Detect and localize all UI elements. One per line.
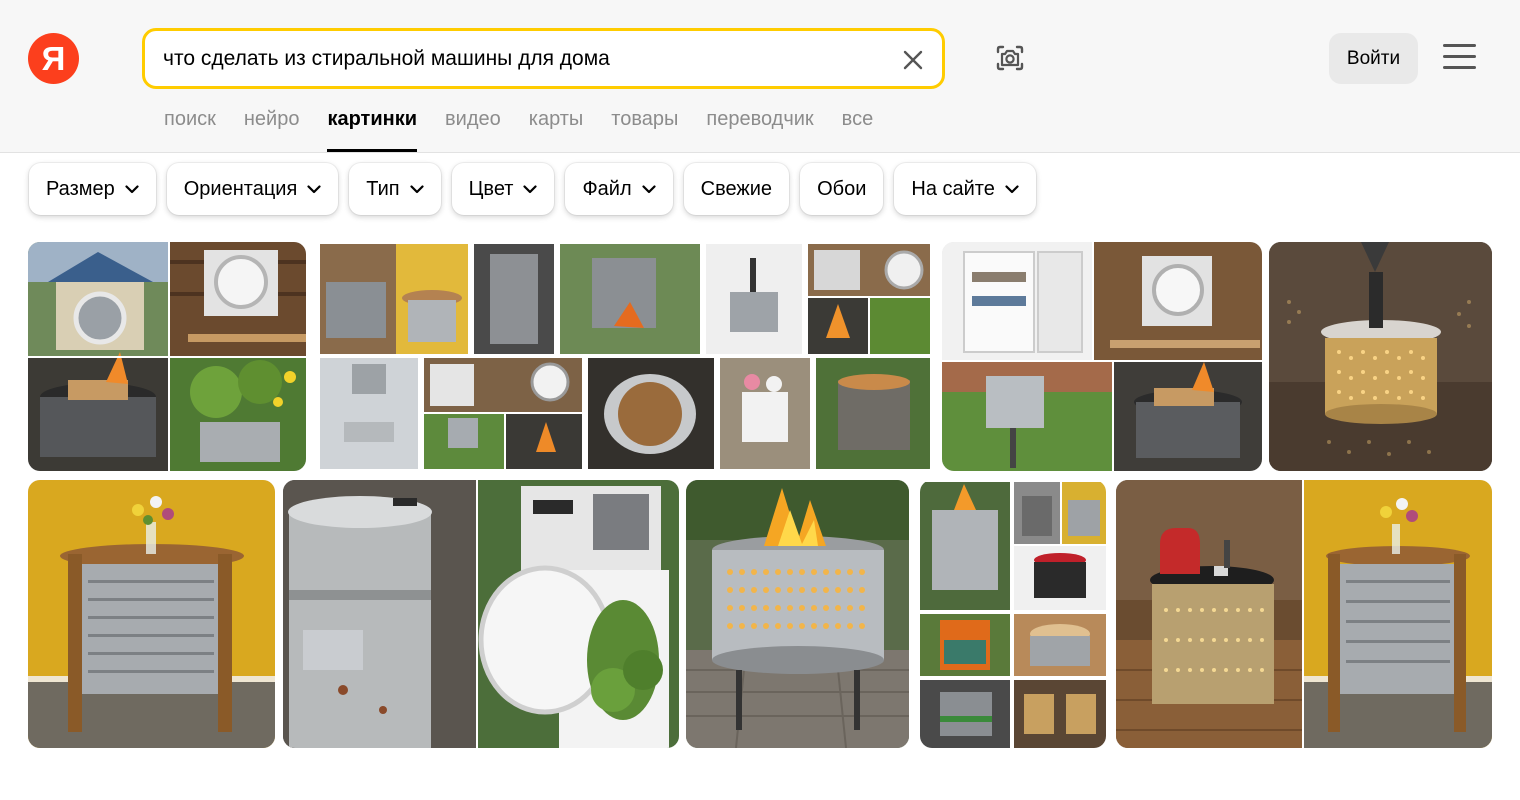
filter-label: Тип	[366, 177, 400, 200]
image-result-drum-lamp[interactable]	[1269, 242, 1492, 471]
menu-icon[interactable]	[1443, 44, 1478, 72]
filter-label: Обои	[817, 177, 867, 200]
tab-translator[interactable]: переводчик	[706, 108, 813, 152]
image-result-collage-doghouse-drum[interactable]	[28, 242, 306, 471]
tab-video[interactable]: видео	[445, 108, 501, 152]
image-result-collage-fridge-drum[interactable]	[942, 242, 1262, 471]
tab-images[interactable]: картинки	[327, 108, 417, 152]
chevron-down-icon	[642, 184, 656, 193]
chevron-down-icon	[307, 184, 321, 193]
filter-color[interactable]: Цвет	[451, 163, 555, 215]
login-button[interactable]: Войти	[1329, 33, 1418, 84]
filter-label: Размер	[46, 177, 115, 200]
search-tabs: поиск нейро картинки видео карты товары …	[164, 108, 901, 152]
tab-neuro[interactable]: нейро	[244, 108, 300, 152]
filter-label: Свежие	[700, 177, 773, 200]
image-result-drum-side-table[interactable]	[28, 480, 275, 748]
chevron-down-icon	[410, 184, 424, 193]
image-result-drum-fire-pit[interactable]	[686, 480, 909, 748]
filter-file[interactable]: Файл	[565, 163, 673, 215]
camera-search-icon[interactable]	[990, 38, 1030, 78]
filter-type[interactable]: Тип	[349, 163, 441, 215]
search-box[interactable]	[142, 28, 945, 89]
yandex-logo[interactable]: Я	[28, 33, 79, 84]
filter-orientation[interactable]: Ориентация	[166, 163, 339, 215]
filter-bar: Размер Ориентация Тип Цвет Файл Свежие О…	[29, 163, 1047, 215]
header: Я Войти поиск нейро картинки видео карты…	[0, 0, 1520, 153]
tab-search[interactable]: поиск	[164, 108, 216, 152]
filter-fresh[interactable]: Свежие	[683, 163, 790, 215]
filter-size[interactable]: Размер	[29, 163, 156, 215]
image-result-drum-tables-collage[interactable]	[1116, 480, 1492, 748]
filter-on-site[interactable]: На сайте	[894, 163, 1036, 215]
search-input[interactable]	[163, 43, 883, 75]
filter-label: Файл	[582, 177, 632, 200]
clear-icon[interactable]	[898, 45, 928, 75]
chevron-down-icon	[523, 184, 538, 193]
tab-products[interactable]: товары	[611, 108, 678, 152]
filter-label: Цвет	[468, 177, 514, 200]
chevron-down-icon	[1005, 184, 1019, 193]
filter-label: На сайте	[911, 177, 995, 200]
image-result-collage-drum-furniture[interactable]	[920, 480, 1106, 748]
image-result-drum-planter-door[interactable]	[283, 480, 679, 748]
filter-label: Ориентация	[183, 177, 298, 200]
chevron-down-icon	[125, 184, 139, 193]
tab-maps[interactable]: карты	[529, 108, 584, 152]
image-result-collage-large[interactable]	[314, 242, 935, 471]
tab-all[interactable]: все	[842, 108, 874, 152]
filter-wallpapers[interactable]: Обои	[800, 163, 884, 215]
